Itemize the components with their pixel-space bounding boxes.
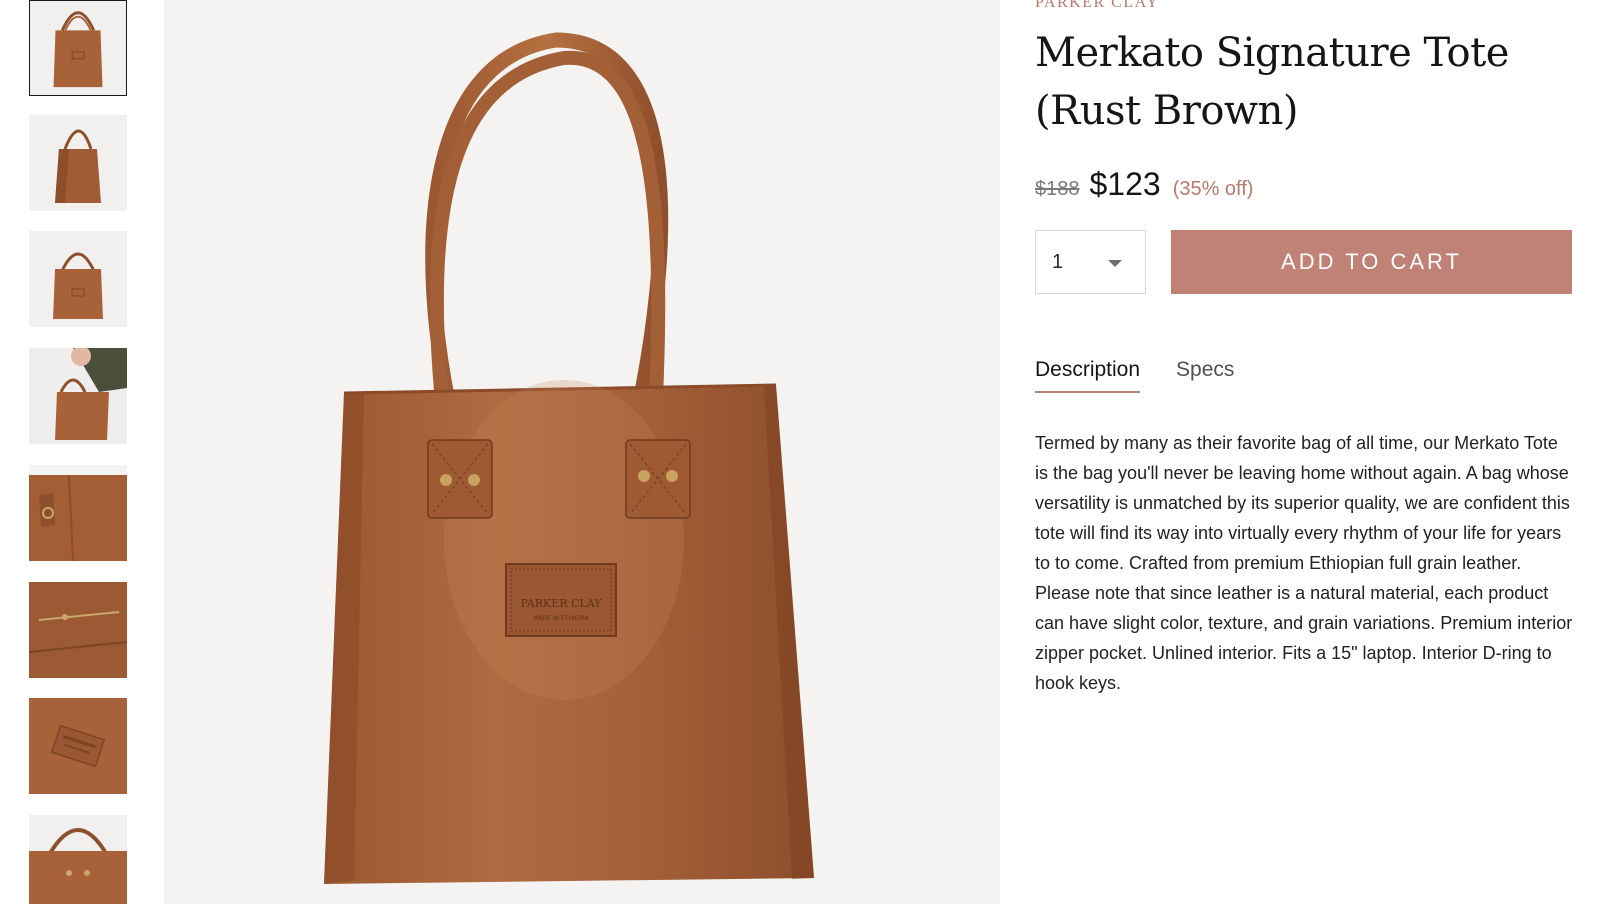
- thumbnail-interior-d-ring[interactable]: [29, 465, 127, 561]
- tab-specs[interactable]: Specs: [1176, 358, 1234, 393]
- tote-side-detail-image: [29, 828, 127, 904]
- product-title: Merkato Signature Tote (Rust Brown): [1035, 30, 1509, 134]
- sale-price: $123: [1089, 166, 1161, 202]
- price-row: $188 $123 (35% off): [1035, 166, 1253, 203]
- discount-label: (35% off): [1172, 178, 1254, 200]
- thumbnail-angled[interactable]: [29, 115, 127, 211]
- product-tabs: Description Specs: [1035, 358, 1270, 393]
- logo-patch: PARKER CLAY MADE IN ETHIOPIA: [505, 563, 617, 637]
- patch-origin-text: MADE IN ETHIOPIA: [533, 615, 590, 622]
- thumbnail-side-detail[interactable]: [29, 815, 127, 904]
- thumbnail-front[interactable]: [29, 0, 127, 96]
- tote-angled-image: [55, 129, 101, 203]
- thumbnail-worn[interactable]: [29, 348, 127, 444]
- thumbnail-front-small[interactable]: [29, 231, 127, 327]
- quantity-select[interactable]: 1: [1035, 230, 1146, 294]
- tab-description[interactable]: Description: [1035, 358, 1141, 393]
- tote-interior-zipper-image: [29, 582, 127, 678]
- chevron-down-icon: [1108, 260, 1122, 267]
- tote-logo-patch-image: [29, 698, 127, 794]
- handle-tab-right: [625, 439, 691, 519]
- tote-front-small-image: [53, 252, 103, 319]
- handle-tab-left: [427, 439, 493, 519]
- product-description: Termed by many as their favorite bag of …: [1035, 433, 1573, 693]
- tote-bag-illustration: PARKER CLAY MADE IN ETHIOPIA: [324, 32, 814, 884]
- tote-interior-d-ring-image: [29, 465, 127, 561]
- original-price: $188: [1035, 178, 1080, 200]
- tote-worn-image: [29, 348, 127, 444]
- thumbnail-interior-zipper[interactable]: [29, 582, 127, 678]
- tote-front-image: [53, 11, 103, 88]
- main-product-image: PARKER CLAY MADE IN ETHIOPIA: [164, 0, 1000, 904]
- thumbnail-logo-patch[interactable]: [29, 698, 127, 794]
- add-to-cart-button[interactable]: ADD TO CART: [1171, 230, 1572, 294]
- brand-name[interactable]: PARKER CLAY: [1035, 0, 1159, 12]
- patch-brand-text: PARKER CLAY: [520, 597, 602, 610]
- quantity-value: 1: [1052, 251, 1064, 273]
